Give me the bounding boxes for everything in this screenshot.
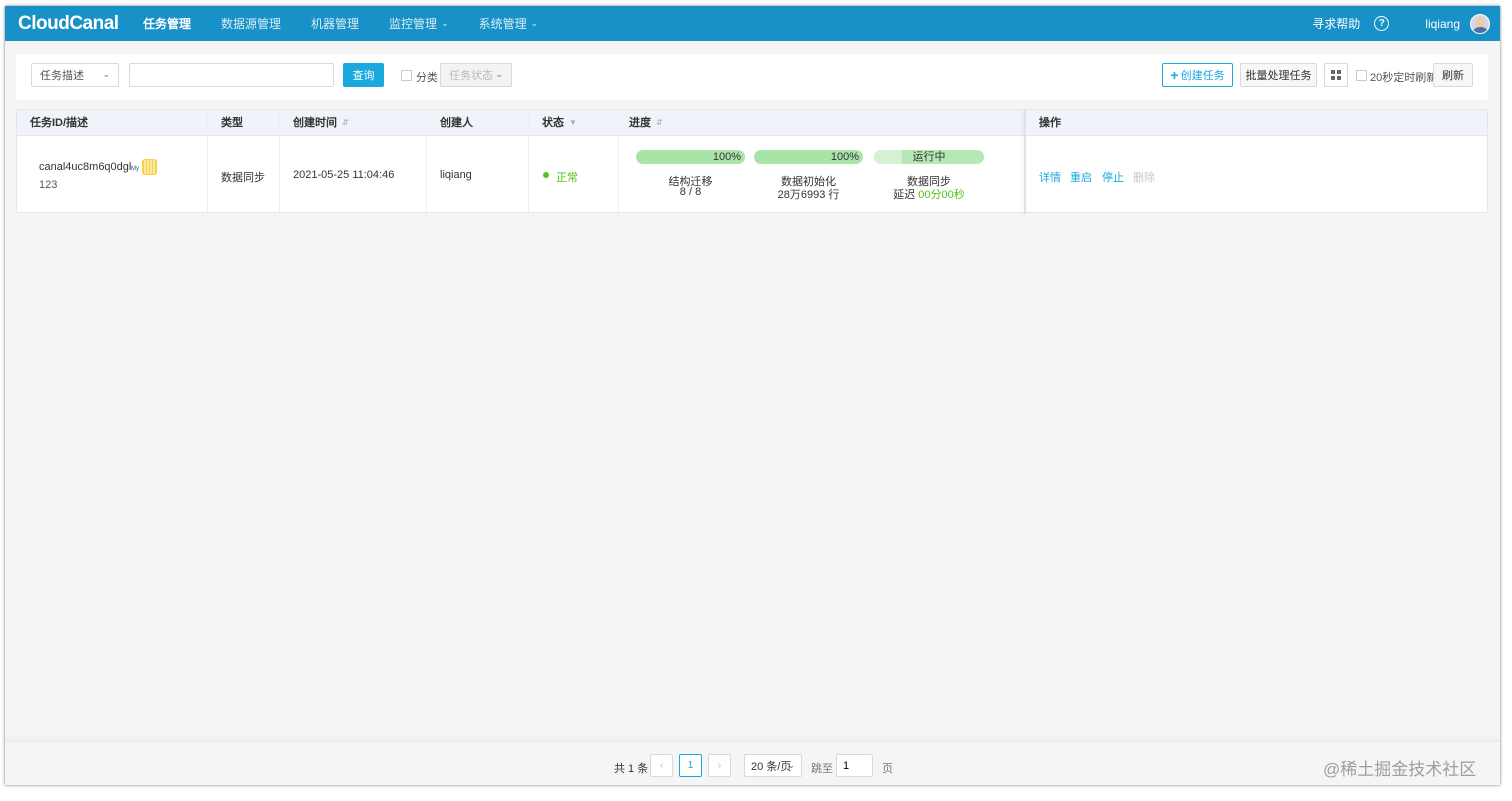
app-logo[interactable]: CloudCanal [18,13,138,35]
detail-link[interactable]: 详情 [1039,169,1061,185]
query-button[interactable]: 查询 [343,63,384,87]
header-actions: 操作 [1039,117,1061,129]
creator: liqiang [440,169,472,181]
column-divider [279,110,280,214]
svg-text:My: My [131,166,139,172]
jump-page-input[interactable] [836,754,873,777]
nav-monitor-management[interactable]: 监控管理 ⌄ [389,15,449,32]
refresh-button[interactable]: 刷新 [1433,63,1473,87]
filter-toolbar: 任务描述 ⌄ 查询 分类 任务状态 ⌄ + 创建任务 批量处理任务 20秒定时刷… [16,54,1488,100]
nav-label: 任务管理 [143,17,192,31]
nav-system-management[interactable]: 系统管理 ⌄ [479,15,539,32]
help-link[interactable]: 寻求帮助 [1312,15,1360,32]
sort-icon[interactable]: ⇵ [656,110,663,136]
watermark: @稀土掘金技术社区 [1323,760,1477,779]
structure-progress-bar: 100% [636,150,745,164]
mysql-icon: My [131,159,157,175]
search-input[interactable] [129,63,334,87]
chevron-down-icon: ⌄ [530,18,539,28]
sort-icon[interactable]: ⇵ [342,110,349,136]
status-badge: 正常 [556,172,578,184]
task-status-select[interactable]: 任务状态 ⌄ [440,63,512,87]
init-progress-bar: 100% [754,150,863,164]
column-divider [528,110,529,214]
top-nav: CloudCanal 任务管理 数据源管理 机器管理 监控管理 ⌄ 系统管理 ⌄… [5,6,1500,41]
header-status[interactable]: 状态 ▼ [542,110,577,136]
page-size-value: 20 条/页 [751,760,792,773]
prev-page-button[interactable]: ‹ [650,754,673,777]
header-creator: 创建人 [440,117,473,129]
nav-machine-management[interactable]: 机器管理 [311,15,359,32]
auto-refresh-label: 20秒定时刷新 [1370,72,1438,84]
fixed-column-divider [1024,110,1026,214]
sync-state: 运行中 [912,151,946,163]
total-count: 共 1 条 [614,763,649,775]
username[interactable]: liqiang [1425,17,1460,31]
task-desc: 123 [39,179,58,191]
page-1-button[interactable]: 1 [679,754,702,777]
batch-process-button[interactable]: 批量处理任务 [1240,63,1317,87]
app-window: CloudCanal 任务管理 数据源管理 机器管理 监控管理 ⌄ 系统管理 ⌄… [5,6,1500,785]
chevron-down-icon: ⌄ [495,69,503,79]
next-page-button[interactable]: › [708,754,731,777]
select-placeholder: 任务状态 [449,70,493,82]
chevron-down-icon: ⌄ [102,69,110,79]
restart-link[interactable]: 重启 [1070,169,1092,185]
question-icon[interactable]: ? [1374,16,1390,31]
task-table: 任务ID/描述 类型 创建时间 ⇵ 创建人 状态 ▼ 进度 ⇵ 操作 canal4uc… [16,109,1488,214]
category-checkbox[interactable] [401,70,412,81]
header-created[interactable]: 创建时间 ⇵ [293,110,349,136]
delay-prefix: 延迟 [893,189,916,201]
page-size-select[interactable]: 20 条/页 ⌄ [744,754,802,777]
created-time: 2021-05-25 11:04:46 [293,169,395,181]
category-label: 分类 [416,72,438,84]
nav-label: 机器管理 [311,17,360,31]
chevron-down-icon: ⌄ [787,760,795,770]
progress-pct: 100% [830,151,859,163]
select-value: 任务描述 [40,70,84,82]
page-suffix: 页 [882,763,893,775]
structure-detail: 8 / 8 [679,186,702,198]
chevron-down-icon: ⌄ [441,18,449,28]
delete-link[interactable]: 删除 [1133,169,1155,185]
header-label: 状态 [542,117,564,129]
create-task-button[interactable]: + 创建任务 [1162,63,1233,87]
sync-progress-bar: 运行中 [874,150,984,164]
table-header: 任务ID/描述 类型 创建时间 ⇵ 创建人 状态 ▼ 进度 ⇵ 操作 [17,110,1487,136]
jump-label: 跳至 [811,763,833,775]
header-label: 进度 [629,117,651,129]
nav-right: 寻求帮助 ? liqiang [1312,13,1490,34]
nav-label: 监控管理 [389,17,438,31]
nav-datasource-management[interactable]: 数据源管理 [221,15,281,32]
search-field-select[interactable]: 任务描述 ⌄ [31,63,119,87]
task-id[interactable]: canal4uc8m6q0dgl [39,161,131,173]
avatar[interactable] [1470,13,1490,34]
column-divider [426,110,427,214]
nav-task-management[interactable]: 任务管理 [143,15,191,32]
nav-menu: 任务管理 数据源管理 机器管理 监控管理 ⌄ 系统管理 ⌄ [143,15,568,32]
nav-label: 系统管理 [478,17,527,31]
header-label: 创建时间 [293,117,337,129]
init-detail: 28万6993 行 [777,189,840,201]
pagination: 共 1 条 ‹ 1 › 20 条/页 ⌄ 跳至 页 [5,741,1500,785]
delay-value: 00分00秒 [918,189,965,201]
header-progress[interactable]: 进度 ⇵ [629,110,663,136]
header-type: 类型 [221,117,243,129]
grid-icon [1331,70,1341,80]
stop-link[interactable]: 停止 [1102,169,1124,185]
auto-refresh-checkbox[interactable] [1356,70,1367,81]
nav-label: 数据源管理 [221,17,282,31]
header-task-id: 任务ID/描述 [30,117,89,129]
view-toggle-button[interactable] [1324,63,1348,87]
column-divider [618,110,619,214]
plus-icon: + [1170,67,1179,83]
progress-pct: 100% [712,151,741,163]
sync-delay: 延迟 00分00秒 [874,186,984,202]
task-type: 数据同步 [221,172,265,184]
status-dot [543,172,549,178]
button-label: 创建任务 [1180,70,1225,82]
filter-icon[interactable]: ▼ [569,110,577,136]
column-divider [207,110,208,214]
